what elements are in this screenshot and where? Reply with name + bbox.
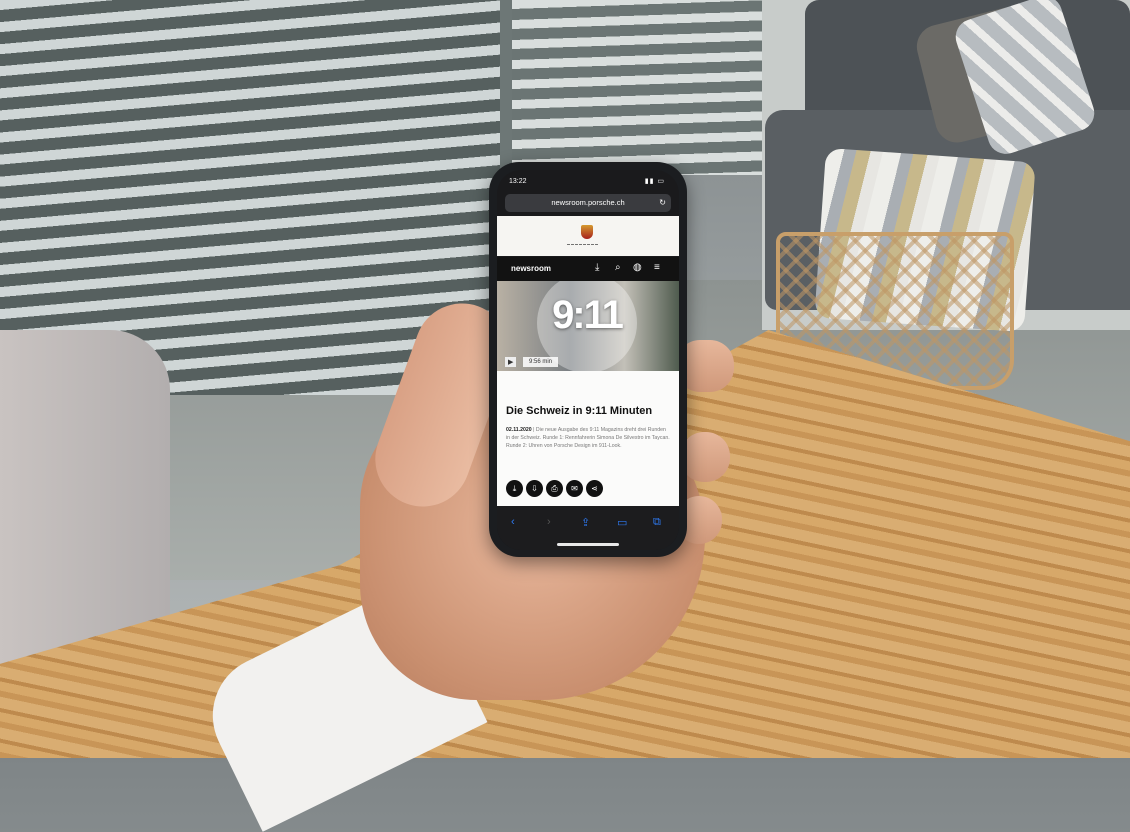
article-meta: 02.11.2020 | Die neue Ausgabe des 9:11 M…	[506, 427, 670, 449]
status-bar: 13:22 ▮▮ ▭	[497, 170, 679, 190]
play-icon[interactable]: ▶	[505, 357, 517, 367]
mail-icon[interactable]: ✉	[566, 480, 583, 497]
logo-wordmark: ▬▬▬▬▬▬▬▬	[567, 242, 599, 246]
reload-icon[interactable]: ↻	[659, 194, 666, 212]
back-icon[interactable]: ‹	[511, 516, 515, 528]
article-actions: ⤓ ⇩ ⎙ ✉ ⋖	[506, 478, 606, 497]
status-time: 13:22	[509, 178, 527, 185]
site-navbar: newsroom ⤓ ⌕ ◍ ≡	[497, 257, 679, 281]
print-icon[interactable]: ⎙	[546, 480, 563, 497]
signal-icon: ▮▮ ▭	[644, 178, 665, 185]
nav-title[interactable]: newsroom	[511, 264, 551, 273]
bookmarks-icon[interactable]: ▭	[617, 516, 627, 529]
video-thumbnail[interactable]: 9:11 ▶ 9:56 min	[497, 281, 679, 371]
share-icon[interactable]: ⇪	[581, 516, 590, 529]
share-icon[interactable]: ⋖	[586, 480, 603, 497]
article-headline[interactable]: Die Schweiz in 9:11 Minuten	[506, 405, 672, 417]
home-indicator[interactable]	[557, 543, 619, 546]
download-icon[interactable]: ⤓	[595, 262, 599, 273]
finger	[680, 432, 730, 482]
menu-icon[interactable]: ≡	[654, 262, 660, 273]
address-bar[interactable]: newsroom.porsche.ch ↻	[505, 194, 671, 212]
chair	[0, 330, 170, 670]
phone-screen: 13:22 ▮▮ ▭ newsroom.porsche.ch ↻ ▬▬▬▬▬▬▬…	[497, 170, 679, 550]
globe-icon[interactable]: ◍	[633, 262, 642, 273]
porsche-crest-logo[interactable]	[581, 225, 593, 239]
article-date: 02.11.2020	[506, 427, 532, 433]
hero-overlay-text: 9:11	[552, 293, 624, 337]
forward-icon[interactable]: ›	[547, 516, 551, 528]
safari-toolbar: ‹ › ⇪ ▭ ⧉	[497, 506, 679, 550]
video-duration: 9:56 min	[523, 357, 559, 367]
url-text: newsroom.porsche.ch	[551, 198, 625, 207]
download-alt-icon[interactable]: ⇩	[526, 480, 543, 497]
tabs-icon[interactable]: ⧉	[653, 516, 661, 529]
site-logo-band: ▬▬▬▬▬▬▬▬	[497, 216, 679, 256]
download-icon[interactable]: ⤓	[506, 480, 523, 497]
search-icon[interactable]: ⌕	[615, 262, 621, 273]
article-card: Die Schweiz in 9:11 Minuten 02.11.2020 |…	[497, 371, 679, 506]
window-blinds-middle	[512, 0, 762, 175]
